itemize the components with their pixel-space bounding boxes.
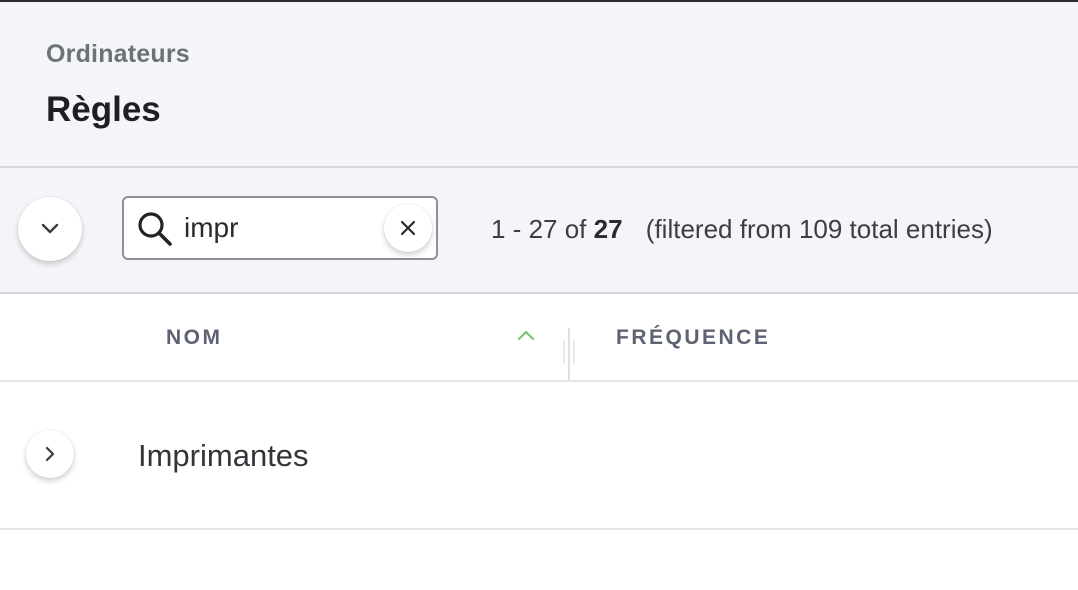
search-icon bbox=[138, 212, 172, 246]
table-toolbar: 1 - 27 of 27 (filtered from 109 total en… bbox=[0, 168, 1078, 294]
page-title: Règles bbox=[46, 90, 161, 129]
pagination-range: 1 - 27 of bbox=[491, 214, 587, 244]
chevron-up-icon[interactable] bbox=[514, 326, 538, 344]
row-name: Imprimantes bbox=[138, 438, 309, 473]
column-header-nom[interactable]: NOM bbox=[166, 326, 223, 350]
rules-page: Ordinateurs Règles 1 - 27 of 27 bbox=[0, 0, 1078, 590]
table-row[interactable]: Imprimantes bbox=[0, 382, 1078, 530]
clear-search-button[interactable] bbox=[384, 204, 432, 252]
pagination-filtered-note: (filtered from 109 total entries) bbox=[645, 214, 993, 244]
column-header-frequence[interactable]: FRÉQUENCE bbox=[616, 326, 770, 350]
page-header: Ordinateurs Règles bbox=[0, 2, 1078, 168]
chevron-right-icon bbox=[45, 446, 55, 462]
table-header: NOM FRÉQUENCE bbox=[0, 294, 1078, 382]
column-resize-handle[interactable] bbox=[560, 328, 578, 380]
chevron-down-icon bbox=[41, 223, 59, 234]
collapse-all-button[interactable] bbox=[18, 197, 82, 261]
breadcrumb[interactable]: Ordinateurs bbox=[46, 40, 190, 69]
search-field[interactable] bbox=[122, 196, 438, 260]
pagination-total: 27 bbox=[593, 214, 623, 244]
pagination-info: 1 - 27 of 27 (filtered from 109 total en… bbox=[491, 214, 993, 245]
search-input[interactable] bbox=[184, 208, 374, 248]
close-icon bbox=[400, 220, 416, 236]
expand-row-button[interactable] bbox=[26, 430, 74, 478]
